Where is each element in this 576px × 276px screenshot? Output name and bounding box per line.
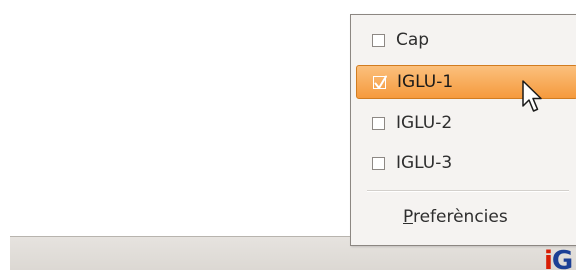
context-menu: Cap IGLU-1 IGLU-2 IGLU-3 Preferències <box>350 14 576 246</box>
menu-item-iglu-3[interactable]: IGLU-3 <box>355 146 576 180</box>
menu-item-preferences[interactable]: Preferències <box>403 207 508 227</box>
checkbox-cap[interactable] <box>372 33 385 47</box>
menu-item-label: Cap <box>396 30 430 50</box>
checkbox-iglu-2[interactable] <box>372 116 385 130</box>
preferences-mnemonic: P <box>403 207 413 227</box>
checkbox-iglu-3[interactable] <box>372 156 385 170</box>
menu-item-label: IGLU-3 <box>396 153 453 173</box>
checkbox-iglu-1[interactable] <box>373 75 387 89</box>
menu-item-label: IGLU-2 <box>396 113 453 133</box>
tray-logo-letter-1: i <box>544 246 553 276</box>
preferences-label-rest: referències <box>412 207 508 227</box>
menu-item-cap[interactable]: Cap <box>355 23 576 57</box>
tray-app-icon[interactable]: iG <box>544 246 576 276</box>
menu-separator <box>367 190 569 192</box>
tray-logo-letter-2: G <box>551 246 573 276</box>
mouse-pointer-icon <box>522 80 542 112</box>
check-icon <box>374 75 387 89</box>
menu-item-label: IGLU-1 <box>397 72 454 92</box>
